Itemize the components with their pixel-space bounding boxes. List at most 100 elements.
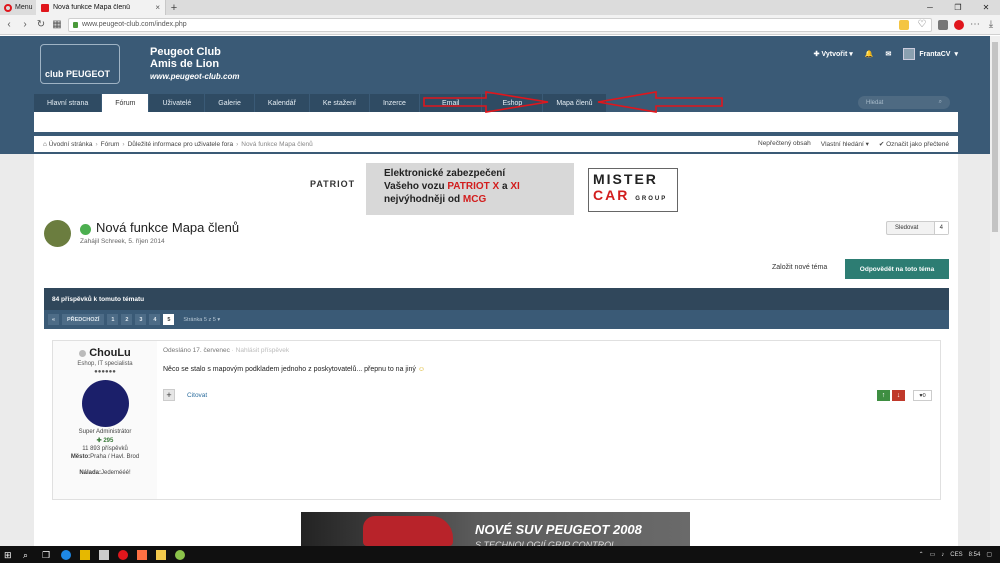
browser-tab[interactable]: Nová funkce Mapa členů × — [36, 0, 166, 15]
post-author[interactable]: ChouLu — [53, 347, 157, 359]
first-page-button[interactable]: « — [48, 314, 59, 325]
post-date: Odesláno 17. červenec · Nahlásit příspěv… — [163, 347, 933, 354]
store-icon[interactable] — [99, 549, 109, 560]
mark-read-link[interactable]: ✔ Označit jako přečtené — [879, 140, 949, 148]
city-value: Praha / Havl. Brod — [90, 454, 140, 460]
task-view-icon[interactable]: ❐ — [42, 550, 52, 560]
tray-up-icon[interactable]: ⌃ — [919, 551, 924, 558]
speed-dial-icon[interactable]: ▦ — [52, 19, 62, 30]
close-window-icon[interactable]: ✕ — [972, 0, 1000, 15]
adblock-icon[interactable] — [899, 19, 909, 30]
url-text: www.peugeot-club.com/index.php — [82, 21, 187, 28]
page-button[interactable]: 4 — [149, 314, 161, 325]
tab-mapa-clenu[interactable]: Mapa členů — [543, 94, 606, 112]
edge-icon[interactable] — [61, 549, 71, 560]
club-title-line2: Amis de Lion — [150, 58, 220, 70]
tab-uzivatele[interactable]: Uživatelé — [149, 94, 205, 112]
ad-line3: nejvýhodněji od MCG — [384, 193, 574, 206]
post-votes: ↑ ↓ ♥ 0 — [877, 390, 932, 401]
forward-icon[interactable]: › — [20, 19, 30, 30]
volume-icon[interactable]: ♪ — [941, 552, 944, 558]
main-nav: Hlavní strana Fórum Uživatelé Galerie Ka… — [34, 94, 958, 112]
new-tab-button[interactable]: + — [166, 0, 182, 15]
tab-email[interactable]: Email — [419, 94, 482, 112]
author-avatar[interactable] — [81, 380, 129, 427]
search-icon[interactable]: ⌕ — [23, 550, 33, 560]
reload-icon[interactable]: ↻ — [36, 19, 46, 30]
extension-icon[interactable] — [938, 19, 948, 30]
search-icon[interactable]: ⌕ — [939, 99, 942, 106]
clock[interactable]: 8:54 — [969, 552, 981, 558]
back-icon[interactable]: ‹ — [4, 19, 14, 30]
tab-hlavni-strana[interactable]: Hlavní strana — [34, 94, 102, 112]
unread-content-link[interactable]: Nepřečtený obsah — [758, 140, 811, 148]
tab-eshop[interactable]: Eshop — [482, 94, 543, 112]
prev-page-button[interactable]: PŘEDCHOZÍ — [62, 314, 105, 325]
chrome-icon[interactable] — [175, 549, 185, 560]
downvote-icon[interactable]: ↓ — [892, 390, 905, 401]
page-scrollbar[interactable] — [990, 36, 1000, 546]
ad-title: NOVÉ SUV PEUGEOT 2008 — [475, 522, 642, 537]
page-button[interactable]: 1 — [107, 314, 119, 325]
quote-button[interactable]: Citovat — [187, 392, 207, 399]
windows-start-icon[interactable]: ⊞ — [4, 550, 14, 560]
post-content: Něco se stalo s mapovým podkladem jednoh… — [163, 366, 416, 373]
scrollbar-thumb[interactable] — [992, 42, 998, 232]
logo-text: club PEUGEOT — [45, 69, 111, 79]
pagination: « PŘEDCHOZÍ 1 2 3 4 5 Stránka 5 z 5 ▾ — [44, 310, 949, 329]
notifications-icon[interactable]: ▢ — [986, 551, 992, 558]
upvote-icon[interactable]: ↑ — [877, 390, 890, 401]
breadcrumb-item[interactable]: Fórum — [101, 141, 120, 148]
author-mood: Nálada:Jedemééé! — [53, 470, 157, 476]
patriot-ad-banner[interactable]: PATRIOT Elektronické zabezpečení Vašeho … — [310, 163, 678, 215]
author-title: Eshop, IT specialista — [77, 361, 133, 367]
reply-button[interactable]: Odpovědět na toto téma — [845, 259, 949, 279]
club-logo[interactable]: club PEUGEOT — [40, 44, 120, 84]
multiquote-button[interactable]: + — [163, 389, 175, 401]
app-icon[interactable] — [137, 549, 147, 560]
current-page-button[interactable]: 5 — [163, 314, 175, 325]
post-date-text[interactable]: Odesláno 17. červenec — [163, 347, 230, 354]
follow-button[interactable]: Sledovat 4 — [886, 221, 949, 235]
maximize-icon[interactable]: ❐ — [944, 0, 972, 15]
page-button[interactable]: 3 — [135, 314, 147, 325]
site-favicon-icon — [41, 3, 49, 12]
page-jump-dropdown[interactable]: Stránka 5 z 5 ▾ — [183, 317, 220, 323]
peugeot-ad-banner[interactable]: NOVÉ SUV PEUGEOT 2008 S TECHNOLOGIÍ GRIP… — [301, 512, 690, 548]
window-controls: ─ ❐ ✕ — [916, 0, 1000, 15]
pin-icon — [80, 224, 91, 235]
thread-author-avatar[interactable] — [44, 220, 71, 247]
bell-icon[interactable]: 🔔 — [865, 50, 874, 58]
tab-close-icon[interactable]: × — [155, 3, 160, 12]
user-menu[interactable]: FrantaCV ▾ — [903, 48, 958, 60]
thread-starter[interactable]: Zahájil Schreek, — [80, 238, 128, 245]
custom-search-link[interactable]: Vlastní hledání ▾ — [821, 140, 869, 148]
heart-icon[interactable]: ♡ — [917, 19, 927, 30]
more-extensions-icon[interactable]: ⋯ — [970, 19, 980, 30]
tab-forum[interactable]: Fórum — [102, 94, 149, 112]
tab-galerie[interactable]: Galerie — [205, 94, 254, 112]
page-button[interactable]: 2 — [121, 314, 133, 325]
folder-icon[interactable] — [156, 549, 166, 560]
download-icon[interactable]: ⤓ — [986, 19, 996, 30]
minimize-icon[interactable]: ─ — [916, 0, 944, 15]
opera-menu-button[interactable]: Menu — [0, 0, 36, 15]
tab-ke-stazeni[interactable]: Ke stažení — [309, 94, 369, 112]
url-input[interactable]: www.peugeot-club.com/index.php ♡ — [68, 17, 932, 32]
opera-taskbar-icon[interactable] — [118, 549, 128, 560]
like-button[interactable]: ♥ 0 — [913, 390, 932, 401]
mail-icon[interactable]: ✉ — [885, 50, 891, 58]
opera-extension-icon[interactable] — [954, 19, 964, 30]
create-button[interactable]: ✚ Vytvořit ▾ — [814, 50, 853, 58]
report-post-link[interactable]: · Nahlásit příspěvek — [230, 347, 289, 354]
tab-inzerce[interactable]: Inzerce — [369, 94, 419, 112]
network-icon[interactable]: ▭ — [930, 551, 936, 558]
follow-label: Sledovat — [895, 225, 919, 231]
tab-kalendar[interactable]: Kalendář — [254, 94, 309, 112]
file-explorer-icon[interactable] — [80, 549, 90, 560]
breadcrumb-item[interactable]: Důležité informace pro uživatele fora — [128, 141, 234, 148]
language-indicator[interactable]: CES — [950, 552, 962, 558]
breadcrumb-item[interactable]: Úvodní stránka — [49, 141, 93, 148]
new-topic-link[interactable]: Založit nové téma — [772, 264, 827, 271]
search-input[interactable]: Hledat ⌕ — [858, 96, 950, 109]
